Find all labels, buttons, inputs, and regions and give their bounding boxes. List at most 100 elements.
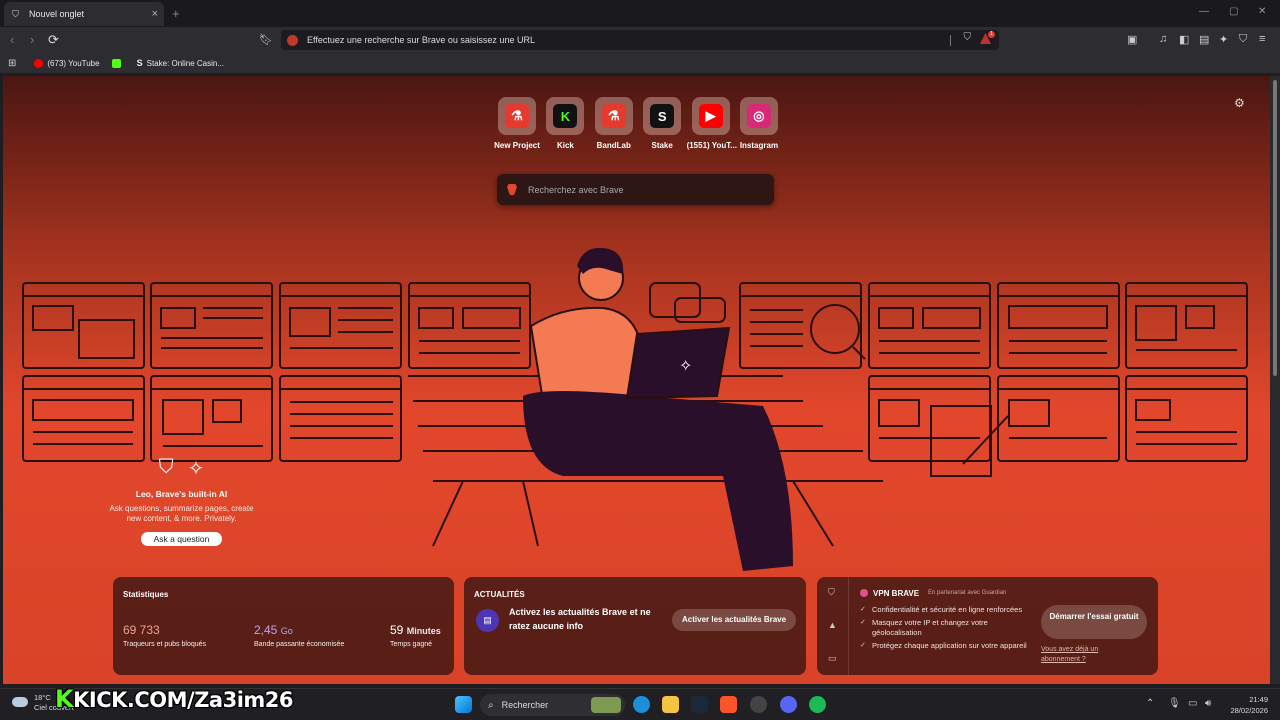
forward-button[interactable]: › [30,32,34,47]
minimize-button[interactable]: — [1199,6,1209,17]
new-tab-page: ⚙ ⚗ New Project K Kick ⚗ BandLab S Stake ▶ (1551)… [3,76,1270,684]
reload-button[interactable]: ⟳ [48,32,59,48]
bookmark-kick[interactable] [111,58,125,68]
menu-icon[interactable]: ≡ [1259,33,1265,45]
stat-unit: Go [280,626,293,636]
vpn-partner: En partenariat avec Guardian [928,590,1007,596]
stat-trackers: 69 733 Traqueurs et pubs bloqués [123,623,206,648]
top-site-tile[interactable]: ⚗ New Project [493,97,541,150]
stat-value: 59 [390,623,404,637]
start-trial-button[interactable]: Démarrer l'essai gratuit [1041,605,1147,639]
already-subscribed-link[interactable]: Vous avez déjà un abonnement ? [1041,645,1121,665]
stat-value: 2,45 [254,623,278,637]
bookmarks-bar: ⊞ (673) YouTube S Stake: Online Casin... [0,53,1280,73]
enable-news-button[interactable]: Activer les actualités Brave [672,609,797,631]
cloud-icon [12,697,28,707]
vpn-tab-icon[interactable]: ⛉ [828,587,835,598]
ask-question-button[interactable]: Ask a question [140,532,223,546]
talk-tab-icon[interactable]: ▭ [828,653,837,664]
rewards-tab-icon[interactable]: ▲ [828,620,837,630]
tab-strip: ⛉ Nouvel onglet × + — ▢ ✕ [0,0,1280,27]
bookmark-icon[interactable]: 🔖︎ [259,33,273,46]
steam-icon[interactable] [691,696,708,713]
taskbar: 18°C Ciel couvert KKICK.COM/Za3im26 ⌕ Re… [0,685,1280,720]
top-site-label: Kick [556,141,574,150]
brave-shields-icon[interactable]: ⛉ [964,32,972,43]
clock[interactable]: 21:49 28/02/2026 [1222,694,1268,716]
search-box[interactable]: Recherchez avec Brave [497,174,774,205]
top-site-tile[interactable]: ◎ Instagram [735,97,783,150]
vpn-icon[interactable]: ⛉ [1239,33,1247,46]
address-bar[interactable]: Effectuez une recherche sur Brave ou sai… [281,30,999,50]
top-site-tile[interactable]: S Stake [638,97,686,150]
tab-search-icon[interactable]: ▣ [1127,33,1137,46]
browser-window-illustration [150,282,273,369]
stats-title: Statistiques [123,590,169,599]
stat-value: 69 733 [123,623,160,637]
discord-icon[interactable] [780,696,797,713]
top-site-tile[interactable]: ▶ (1551) YouT... [687,97,737,150]
volume-icon[interactable]: 🔊︎ [1205,698,1211,709]
top-site-icon-frame: ▶ [691,97,730,135]
address-placeholder: Effectuez une recherche sur Brave ou sai… [307,35,535,45]
top-site-icon-frame: ◎ [739,97,778,135]
top-site-tile[interactable]: ⚗ BandLab [590,97,638,150]
bookmark-youtube[interactable]: (673) YouTube [34,58,100,68]
browser-window-illustration [739,282,866,369]
windows-start-icon[interactable] [455,696,472,713]
scrollbar[interactable] [1270,76,1280,684]
app-icon[interactable] [750,696,767,713]
browser-window-illustration [1125,375,1248,462]
search-placeholder: Recherchez avec Brave [528,184,624,195]
chevron-up-icon[interactable]: ⌃ [1146,698,1154,709]
settings-gear-icon[interactable]: ⚙ [1234,96,1245,110]
top-sites: ⚗ New Project K Kick ⚗ BandLab S Stake ▶ (1551) Y… [493,97,783,150]
vpn-feature: Masquez votre IP et changez votre géoloc… [860,618,1030,638]
toolbar: ‹ › ⟳ 🔖︎ Effectuez une recherche sur Bra… [0,27,1280,53]
news-card: ACTUALITÉS ▤ Activez les actualités Brav… [464,577,806,675]
sidebar-icon[interactable]: ◧ [1179,33,1189,46]
browser-window-illustration [868,375,991,462]
kick-icon [111,58,121,68]
kick-logo-icon: K [55,685,74,713]
brave-icon[interactable] [720,696,737,713]
top-site-icon-frame: S [643,97,682,135]
bookmark-apps[interactable]: ⊞ [8,58,16,69]
edge-icon[interactable] [633,696,650,713]
taskbar-search[interactable]: ⌕ Rechercher [480,694,625,716]
leo-promo: ⛉ ✧ Leo, Brave's built-in AI Ask questio… [109,456,254,547]
media-icon[interactable]: ♫ [1159,33,1167,45]
tab-close-button[interactable]: × [152,8,158,20]
brave-logo-icon [507,184,517,195]
browser-window-illustration [408,282,531,369]
leo-ai-icon[interactable]: ✦ [1219,33,1228,46]
search-engine-icon [287,34,298,46]
bookmark-stake[interactable]: S Stake: Online Casin... [137,58,224,68]
overlay-text: KICK.COM/Za3im26 [73,688,294,712]
stats-card: Statistiques 69 733 Traqueurs et pubs bl… [113,577,454,675]
spotify-icon[interactable] [809,696,826,713]
stat-time: 59 Minutes Temps gagné [390,623,441,648]
scrollbar-thumb[interactable] [1273,80,1277,376]
vpn-logo-icon [860,589,868,597]
leo-description: Ask questions, summarize pages, create n… [109,504,254,523]
stream-overlay-text: KKICK.COM/Za3im26 [55,685,294,713]
time: 21:49 [1249,695,1268,704]
browser-window-illustration [150,375,273,462]
new-tab-button[interactable]: + [172,6,180,21]
tab-new-tab[interactable]: ⛉ Nouvel onglet × [4,2,164,26]
top-site-tile[interactable]: K Kick [541,97,589,150]
browser-window-illustration [22,282,145,369]
back-button[interactable]: ‹ [10,32,14,47]
date: 28/02/2026 [1230,706,1268,715]
file-explorer-icon[interactable] [662,696,679,713]
window-close-button[interactable]: ✕ [1258,6,1266,17]
maximize-button[interactable]: ▢ [1229,6,1238,17]
vpn-title: VPN BRAVE [860,589,919,598]
wallet-icon[interactable]: ▤ [1199,33,1209,46]
microphone-icon[interactable]: 🎙︎ [1168,698,1181,709]
monitor-icon[interactable]: ▭ [1188,698,1197,709]
browser-window-illustration [22,375,145,462]
bookmark-label: (673) YouTube [47,58,100,68]
news-icon: ▤ [476,609,499,632]
